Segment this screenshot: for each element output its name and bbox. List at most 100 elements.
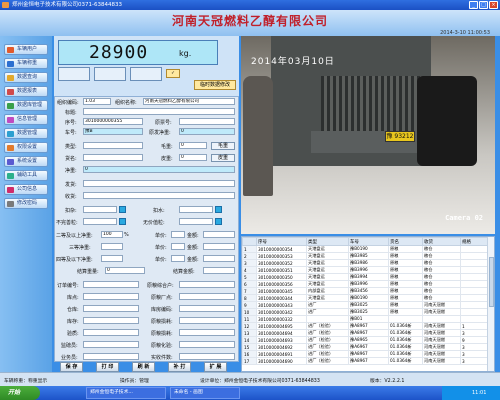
actual-field[interactable] [179,353,235,360]
table-row[interactable]: 7 3010000000345 内部盘运 豫B3456 原粮 粮仓 [242,287,489,295]
grade4-amount-field[interactable] [203,255,235,262]
unsound-pct-box [215,218,222,225]
sidebar-item-3[interactable]: 数据报表 [4,86,48,97]
grade3-field[interactable] [101,243,123,250]
table-row[interactable]: 2 3010000000353 天港盘运 豫B3985 原粮 粮仓 [242,252,489,260]
table-row[interactable]: 4 3010000000351 天港盘运 豫B3996 原粮 粮仓 [242,266,489,274]
temp-modify-button[interactable]: 临时数据修改 [194,80,236,90]
warehouse-field[interactable] [83,293,139,300]
sidebar-item-8[interactable]: 系统设置 [4,156,48,167]
deduct-water-field[interactable] [179,206,213,213]
table-row[interactable]: 10 3010000000342 进厂 豫B3025 原粮 河南天冠燃 [242,308,489,316]
taskbar-app-paint[interactable]: 未命名 - 画图 [170,387,240,399]
sidebar-item-0[interactable]: 车辆用户 [4,44,48,55]
column-header[interactable] [242,237,257,246]
gross-button[interactable]: 毛重 [211,142,235,150]
table-row[interactable]: 6 3010000000356 天港盘运 豫B3996 原粮 粮仓 [242,280,489,288]
grade3-price-field[interactable] [171,243,185,250]
orig-match-field[interactable] [179,281,235,288]
unsound-field[interactable] [179,218,213,225]
start-button[interactable]: 开始 [0,386,40,400]
tare-field[interactable]: 0 [179,154,207,161]
sender-field[interactable] [83,180,235,187]
location-field[interactable] [83,317,139,324]
moisture-field[interactable] [83,329,139,336]
receiver-field[interactable] [83,192,235,199]
table-row[interactable]: 14 3010000004693 进厂（检验） 豫A8965 01.0364新 河南天冠燃… [242,336,489,344]
plate-field[interactable]: 豫B [83,128,143,135]
vertical-scrollbar[interactable] [487,237,494,371]
column-header[interactable]: 序号 [256,237,307,246]
settle-amount-field[interactable] [203,267,235,274]
table-row[interactable]: 3 3010000000352 天港盘运 豫B3986 原粮 粮仓 [242,259,489,267]
confirm-small-button[interactable]: ✓ [166,69,180,78]
sidebar-item-1[interactable]: 车辆称重 [4,58,48,69]
tare-button[interactable]: 皮重 [211,154,235,162]
seq-field[interactable]: 3010000000355 [83,118,143,125]
table-cell: 天港盘运 [306,252,349,260]
orig-no-field[interactable] [179,118,235,125]
settle-field[interactable]: 0 [105,267,145,274]
table-row[interactable]: 8 3010000000344 天港盘运 豫B0190 原粮 粮仓 [242,294,489,302]
print-button[interactable]: 打 印 [96,362,119,372]
deduct-field[interactable] [83,206,117,213]
column-header[interactable]: 车号 [348,237,389,246]
grade4-field[interactable] [101,255,123,262]
group-name-field[interactable]: 河南天冠燃料乙醇有限公司 [143,98,235,105]
reprint-button[interactable]: 补 打 [168,362,191,372]
taskbar-app-main[interactable]: 郑州金恒电子技术... [86,387,166,399]
sidebar-item-9[interactable]: 辅助工具 [4,170,48,181]
sidebar-item-2[interactable]: 数据查询 [4,72,48,83]
maximize-button[interactable]: □ [479,1,488,9]
mark-field[interactable] [83,108,235,115]
weigher-field[interactable] [83,341,139,348]
table-row[interactable]: 9 3010000000343 进厂 豫B3025 原粮 河南天冠燃 [242,301,489,309]
order-field[interactable] [83,281,139,288]
column-header[interactable]: 收货 [422,237,461,246]
gross-field[interactable]: 0 [179,142,207,149]
qc-field[interactable] [179,341,235,348]
grade2-price-field[interactable] [171,231,185,238]
column-header[interactable]: 货名 [388,237,423,246]
table-row[interactable]: 16 3010000004691 进厂（检验） 豫A8967 01.0364新 河南天冠燃… [242,350,489,358]
sidebar-item-6[interactable]: 数据管理 [4,128,48,139]
shrink2-field[interactable] [179,329,235,336]
type-field[interactable] [83,142,143,149]
records-grid[interactable]: 序号 类型 车号 货名 收货 规格 1 3010000000354 天港盘运 豫B0190 原粮粮… [241,236,495,372]
orig-net-field[interactable]: 0 [179,128,235,135]
table-row[interactable]: 13 3010000004694 进厂（检验） 豫A8967 01.0364新 河南天冠燃… [242,329,489,337]
storage-field[interactable] [83,305,139,312]
table-row[interactable]: 12 3010000004695 进厂（检验） 豫A8967 01.0364新 河南天冠燃… [242,322,489,330]
refresh-button[interactable]: 刷 新 [132,362,155,372]
scrollbar-thumb[interactable] [489,257,494,307]
sidebar-item-5[interactable]: 信息管理 [4,114,48,125]
table-row[interactable]: 17 3010000004690 进厂（检验） 豫A8967 01.0364新 河南天冠燃… [242,357,489,365]
minimize-button[interactable]: _ [469,1,478,9]
sidebar-item-4[interactable]: 数据库管理 [4,100,48,111]
factory-field[interactable] [179,293,235,300]
column-header[interactable]: 类型 [306,237,349,246]
close-button[interactable]: × [489,1,498,9]
net-field[interactable]: 0 [83,166,235,173]
grade3-amount-field[interactable] [203,243,235,250]
sidebar-item-11[interactable]: 修改密码 [4,198,48,209]
goods-field[interactable] [83,154,143,161]
save-button[interactable]: 保 存 [60,362,83,372]
table-row[interactable]: 11 3010000000332 豫B01 [242,315,489,323]
invalid-field[interactable] [83,218,117,225]
sidebar-item-7[interactable]: 权限设置 [4,142,48,153]
table-row[interactable]: 15 3010000004692 进厂（检验） 豫A6967 01.0364新 河南天冠燃… [242,343,489,351]
grade4-price-field[interactable] [171,255,185,262]
shrink-field[interactable] [179,317,235,324]
sidebar-item-10[interactable]: 公司信息 [4,184,48,195]
table-cell: 01.0364新 [388,322,423,330]
table-row[interactable]: 1 3010000000354 天港盘运 豫B0190 原粮 粮仓 [242,245,489,253]
grade2-field[interactable]: 100 [101,231,123,238]
group-no-field[interactable]: 1.03 [83,98,111,105]
grade2-amount-field[interactable] [203,231,235,238]
storage-no-field[interactable] [179,305,235,312]
column-header[interactable]: 规格 [460,237,489,246]
table-row[interactable]: 5 3010000000350 天港盘运 豫B3994 原粮 粮仓 [242,273,489,281]
extend-button[interactable]: 扩 展 [204,362,227,372]
business-field[interactable] [83,353,139,360]
